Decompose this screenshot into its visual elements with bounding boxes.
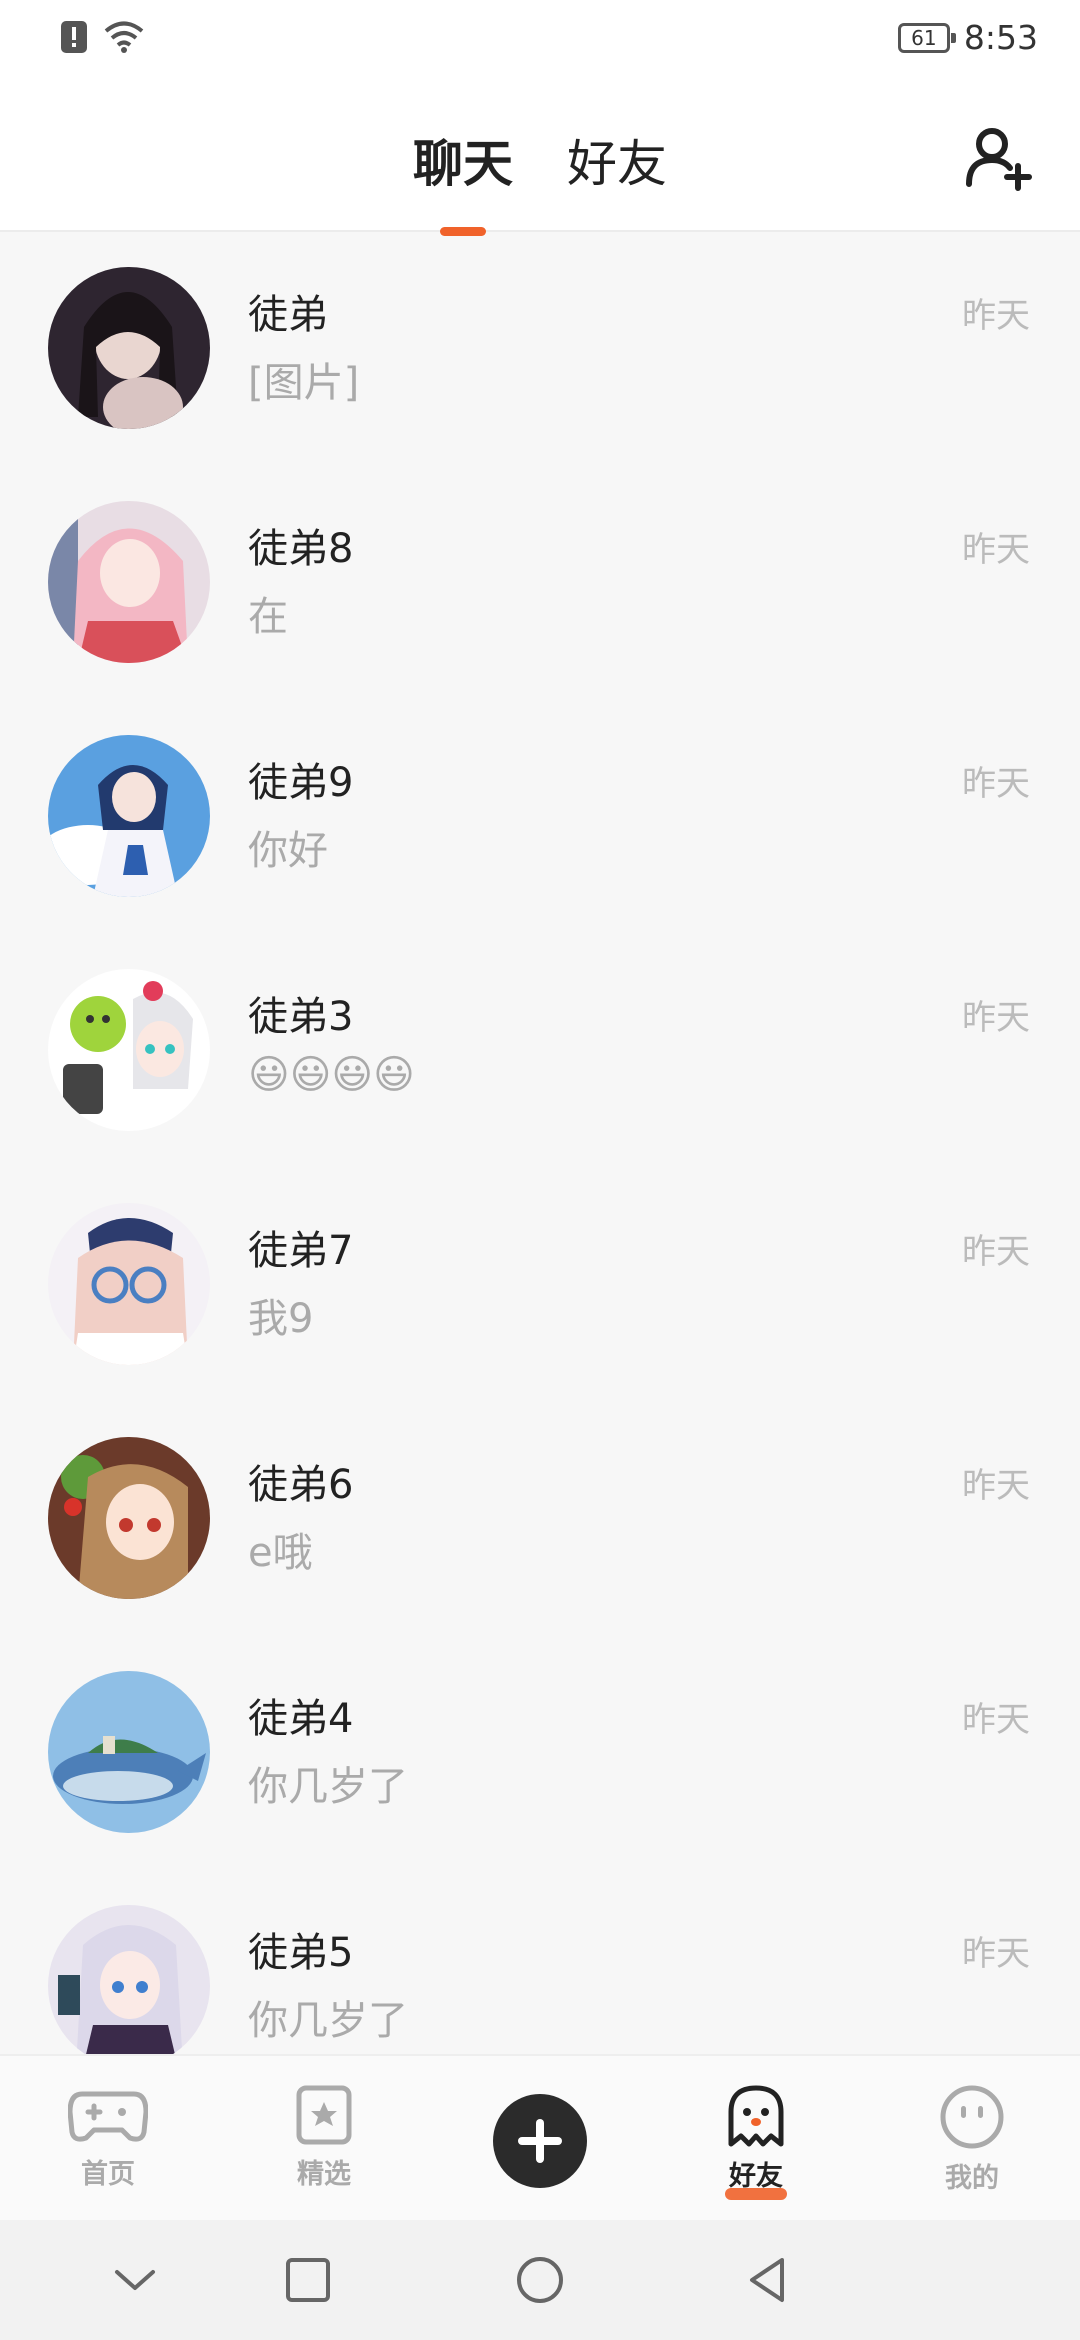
chat-name: 徒弟8 [248, 526, 354, 572]
chat-list: 徒弟 [图片] 昨天 徒弟8 在 昨天 徒弟9 你好 昨天 徒弟3 😃😃😃😃 昨… [0, 232, 1080, 2054]
chat-last-message: 我9 [248, 1296, 314, 1342]
nav-item-featured[interactable]: 精选 [254, 2084, 394, 2191]
plus-icon [518, 2119, 562, 2163]
chat-time: 昨天 [962, 998, 1030, 1038]
status-bar: 61 8:53 [0, 0, 1080, 80]
system-nav-bar [0, 2220, 1080, 2340]
chat-name: 徒弟6 [248, 1462, 354, 1508]
avatar[interactable] [48, 501, 210, 663]
chat-item[interactable]: 徒弟3 😃😃😃😃 昨天 [0, 934, 1080, 1168]
chat-name: 徒弟 [248, 292, 328, 338]
nav-label: 精选 [297, 2159, 351, 2190]
avatar-image [48, 1437, 210, 1599]
chat-last-message: 😃😃😃😃 [248, 1052, 415, 1098]
nav-item-friends[interactable]: 好友 [686, 2084, 826, 2200]
avatar[interactable] [48, 267, 210, 429]
clock: 8:53 [963, 18, 1038, 57]
bottom-nav: 首页 精选 好友 我的 [0, 2054, 1080, 2220]
hide-nav-button[interactable] [105, 2250, 165, 2310]
avatar-image [48, 969, 210, 1131]
avatar-image [48, 267, 210, 429]
wifi-icon [104, 21, 144, 53]
back-triangle-icon [750, 2258, 784, 2302]
avatar[interactable] [48, 1203, 210, 1365]
create-button[interactable] [493, 2094, 587, 2188]
tab-friends[interactable]: 好友 [565, 124, 669, 196]
chat-name: 徒弟4 [248, 1696, 354, 1742]
chat-name: 徒弟5 [248, 1930, 354, 1976]
square-icon [286, 2258, 330, 2302]
chat-time: 昨天 [962, 764, 1030, 804]
home-button[interactable] [510, 2250, 570, 2310]
recents-button[interactable] [278, 2250, 338, 2310]
gamepad-icon [68, 2091, 148, 2142]
chat-time: 昨天 [962, 1466, 1030, 1506]
chat-last-message: 你好 [248, 828, 328, 874]
chat-item[interactable]: 徒弟9 你好 昨天 [0, 700, 1080, 934]
chevron-down-icon [115, 2270, 155, 2290]
add-user-icon [966, 128, 1032, 191]
nav-label: 首页 [81, 2159, 135, 2190]
chat-item[interactable]: 徒弟5 你几岁了 昨天 [0, 1870, 1080, 2054]
chat-name: 徒弟7 [248, 1228, 354, 1274]
avatar-image [48, 501, 210, 663]
chat-name: 徒弟3 [248, 994, 354, 1040]
avatar-image [48, 1905, 210, 2054]
alert-icon [61, 21, 87, 53]
chat-item[interactable]: 徒弟 [图片] 昨天 [0, 232, 1080, 466]
status-left [60, 20, 144, 54]
battery-indicator: 61 [897, 22, 956, 53]
status-right: 61 8:53 [897, 18, 1038, 57]
avatar-image [48, 735, 210, 897]
chat-last-message: 你几岁了 [248, 1764, 408, 1810]
chat-item[interactable]: 徒弟6 e哦 昨天 [0, 1402, 1080, 1636]
ghost-icon [728, 2085, 784, 2147]
add-friend-button[interactable] [964, 124, 1032, 192]
circle-icon [517, 2257, 563, 2303]
star-bookmark-icon [296, 2085, 352, 2145]
chat-name: 徒弟9 [248, 760, 354, 806]
chat-item[interactable]: 徒弟8 在 昨天 [0, 466, 1080, 700]
chat-time: 昨天 [962, 1934, 1030, 1974]
chat-time: 昨天 [962, 1232, 1030, 1272]
chat-last-message: 在 [248, 594, 288, 640]
chat-time: 昨天 [962, 530, 1030, 570]
avatar[interactable] [48, 1437, 210, 1599]
chat-last-message: e哦 [248, 1530, 313, 1576]
battery-level: 61 [911, 25, 937, 50]
chat-last-message: [图片] [248, 360, 360, 406]
nav-item-home[interactable]: 首页 [38, 2084, 178, 2191]
chat-time: 昨天 [962, 296, 1030, 336]
avatar[interactable] [48, 969, 210, 1131]
header: 聊天 好友 [0, 80, 1080, 232]
header-tabs: 聊天 好友 [0, 124, 1080, 196]
chat-item[interactable]: 徒弟4 你几岁了 昨天 [0, 1636, 1080, 1870]
avatar-image [48, 1671, 210, 1833]
avatar[interactable] [48, 1671, 210, 1833]
avatar-image [48, 1203, 210, 1365]
nav-item-me[interactable]: 我的 [902, 2084, 1042, 2195]
avatar[interactable] [48, 1905, 210, 2054]
chat-last-message: 你几岁了 [248, 1998, 408, 2044]
face-icon [940, 2085, 1004, 2149]
chat-time: 昨天 [962, 1700, 1030, 1740]
tab-chat[interactable]: 聊天 [411, 124, 515, 196]
avatar[interactable] [48, 735, 210, 897]
chat-item[interactable]: 徒弟7 我9 昨天 [0, 1168, 1080, 1402]
back-button[interactable] [738, 2250, 798, 2310]
nav-label: 我的 [945, 2163, 999, 2194]
active-indicator [725, 2188, 787, 2200]
